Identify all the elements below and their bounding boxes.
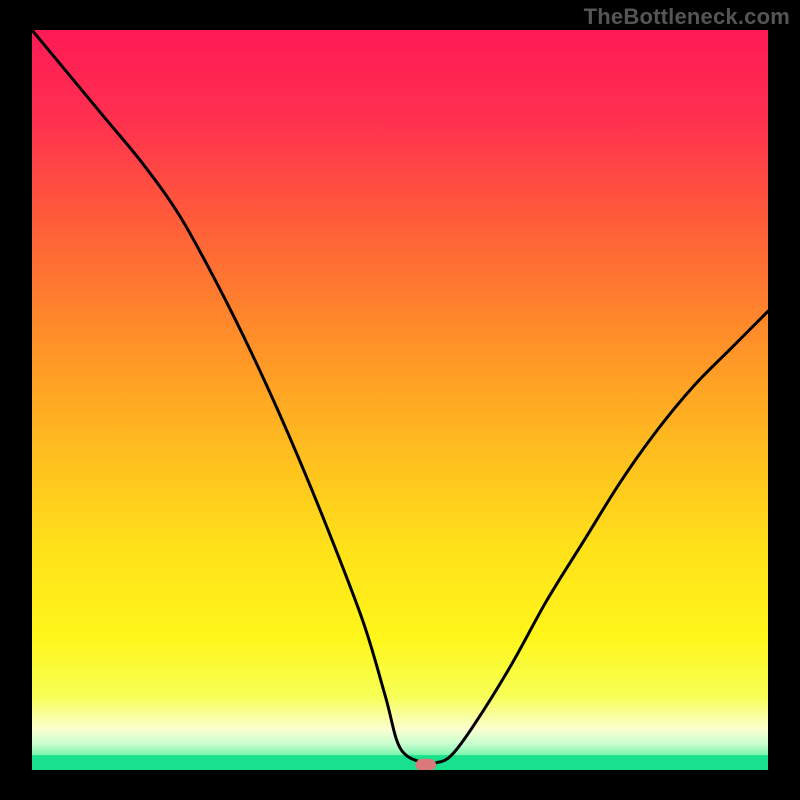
optimum-marker — [415, 759, 436, 770]
chart-frame: TheBottleneck.com — [0, 0, 800, 800]
chart-svg — [32, 30, 768, 770]
gradient-background — [32, 30, 768, 770]
baseline-band — [32, 755, 768, 770]
watermark-label: TheBottleneck.com — [584, 4, 790, 30]
plot-area — [32, 30, 768, 770]
